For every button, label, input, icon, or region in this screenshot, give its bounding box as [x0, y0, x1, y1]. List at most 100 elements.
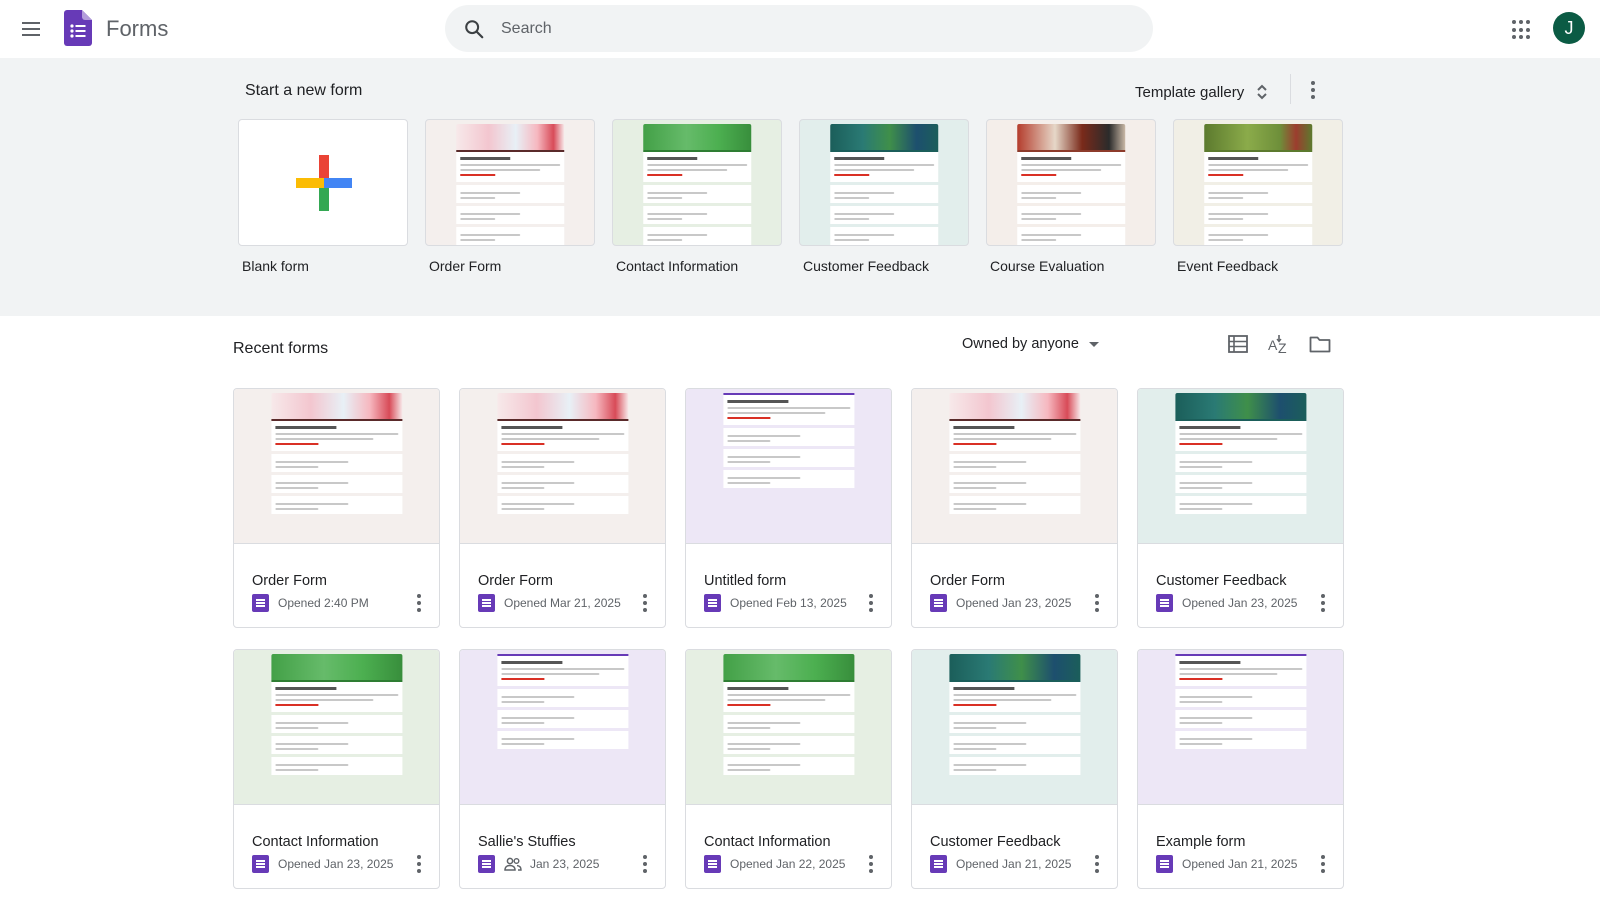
form-preview	[1017, 124, 1125, 245]
form-preview	[948, 654, 1081, 775]
template-event-feedback[interactable]: Event Feedback	[1173, 119, 1343, 274]
form-card[interactable]: Sallie's Stuffies Jan 23, 2025	[459, 649, 666, 889]
form-title: Customer Feedback	[930, 834, 1061, 850]
svg-text:Z: Z	[1278, 340, 1287, 356]
form-title: Customer Feedback	[1156, 573, 1287, 589]
forms-doc-icon	[704, 594, 721, 612]
form-title: Order Form	[478, 573, 553, 589]
recent-forms-heading: Recent forms	[233, 340, 329, 357]
svg-text:A: A	[1268, 337, 1278, 353]
owner-filter-label: Owned by anyone	[962, 336, 1079, 352]
form-thumbnail	[912, 389, 1117, 544]
form-thumbnail	[686, 650, 891, 805]
main-menu-button[interactable]	[18, 16, 44, 42]
form-meta: Opened Jan 23, 2025	[930, 594, 1071, 612]
last-opened: Opened Jan 23, 2025	[1182, 596, 1298, 610]
more-vert-icon[interactable]	[411, 592, 427, 614]
form-meta: Opened Jan 23, 2025	[1156, 594, 1297, 612]
unfold-icon	[1257, 84, 1267, 100]
form-card[interactable]: Order Form Opened 2:40 PM	[233, 388, 440, 628]
search-icon[interactable]	[463, 18, 485, 40]
template-customer-feedback[interactable]: Customer Feedback	[799, 119, 969, 274]
form-thumbnail	[460, 650, 665, 805]
more-vert-icon[interactable]	[1315, 592, 1331, 614]
template-thumbnail	[238, 119, 408, 246]
form-card[interactable]: Example form Opened Jan 21, 2025	[1137, 649, 1344, 889]
more-vert-icon[interactable]	[1089, 592, 1105, 614]
form-preview	[643, 124, 751, 245]
template-name: Event Feedback	[1177, 258, 1279, 274]
form-card[interactable]: Contact Information Opened Jan 22, 2025	[685, 649, 892, 889]
template-gallery-label: Template gallery	[1135, 83, 1245, 101]
form-title: Order Form	[930, 573, 1005, 589]
form-card[interactable]: Order Form Opened Jan 23, 2025	[911, 388, 1118, 628]
owner-filter-dropdown[interactable]: Owned by anyone	[962, 336, 1099, 352]
template-order-form[interactable]: Order Form	[425, 119, 595, 274]
last-opened: Opened Jan 22, 2025	[730, 857, 846, 871]
form-meta: Opened Jan 22, 2025	[704, 855, 845, 873]
forms-doc-icon	[930, 855, 947, 873]
search-input[interactable]	[501, 5, 1101, 52]
form-preview	[270, 654, 403, 775]
app-title[interactable]: Forms	[106, 16, 168, 42]
template-thumbnail	[425, 119, 595, 246]
last-opened: Opened Mar 21, 2025	[504, 596, 621, 610]
folder-icon[interactable]	[1308, 332, 1332, 356]
form-card[interactable]: Customer Feedback Opened Jan 23, 2025	[1137, 388, 1344, 628]
form-thumbnail	[234, 650, 439, 805]
start-new-form-heading: Start a new form	[245, 82, 363, 99]
more-vert-icon[interactable]	[637, 592, 653, 614]
list-view-icon[interactable]	[1226, 332, 1250, 356]
form-preview	[722, 393, 855, 488]
form-title: Sallie's Stuffies	[478, 834, 576, 850]
more-vert-icon[interactable]	[637, 853, 653, 875]
form-thumbnail	[1138, 389, 1343, 544]
forms-doc-icon	[704, 855, 721, 873]
search-bar[interactable]	[445, 5, 1153, 52]
form-preview	[496, 393, 629, 514]
more-vert-icon[interactable]	[863, 592, 879, 614]
google-apps-icon[interactable]	[1510, 18, 1534, 42]
last-opened: Opened Jan 21, 2025	[956, 857, 1072, 871]
template-course-evaluation[interactable]: Course Evaluation	[986, 119, 1156, 274]
form-preview	[1174, 654, 1307, 749]
forms-logo-icon[interactable]	[64, 10, 92, 46]
form-thumbnail	[1138, 650, 1343, 805]
form-card[interactable]: Customer Feedback Opened Jan 21, 2025	[911, 649, 1118, 889]
forms-doc-icon	[1156, 594, 1173, 612]
forms-doc-icon	[478, 594, 495, 612]
more-vert-icon[interactable]	[1315, 853, 1331, 875]
more-vert-icon[interactable]	[863, 853, 879, 875]
last-opened: Jan 23, 2025	[530, 857, 600, 871]
template-name: Order Form	[429, 258, 502, 274]
form-meta: Jan 23, 2025	[478, 855, 599, 873]
form-title: Untitled form	[704, 573, 787, 589]
account-avatar[interactable]: J	[1553, 12, 1585, 44]
template-name: Blank form	[242, 258, 309, 274]
forms-doc-icon	[478, 855, 495, 873]
plus-icon	[296, 155, 352, 211]
form-card[interactable]: Order Form Opened Mar 21, 2025	[459, 388, 666, 628]
template-thumbnail	[612, 119, 782, 246]
sort-az-icon[interactable]: A Z	[1267, 332, 1291, 356]
more-vert-icon[interactable]	[1089, 853, 1105, 875]
form-meta: Opened Jan 23, 2025	[252, 855, 393, 873]
form-card[interactable]: Contact Information Opened Jan 23, 2025	[233, 649, 440, 889]
more-vert-icon[interactable]	[1303, 78, 1323, 102]
template-name: Course Evaluation	[990, 258, 1105, 274]
form-meta: Opened 2:40 PM	[252, 594, 369, 612]
last-opened: Opened 2:40 PM	[278, 596, 369, 610]
last-opened: Opened Jan 23, 2025	[956, 596, 1072, 610]
form-preview	[830, 124, 938, 245]
template-blank-form[interactable]: Blank form	[238, 119, 408, 274]
form-title: Example form	[1156, 834, 1246, 850]
form-title: Order Form	[252, 573, 327, 589]
template-thumbnail	[1173, 119, 1343, 246]
form-preview	[1204, 124, 1312, 245]
more-vert-icon[interactable]	[411, 853, 427, 875]
template-gallery-toggle[interactable]: Template gallery	[1135, 78, 1268, 106]
form-card[interactable]: Untitled form Opened Feb 13, 2025	[685, 388, 892, 628]
template-contact-information[interactable]: Contact Information	[612, 119, 782, 274]
forms-doc-icon	[252, 855, 269, 873]
form-thumbnail	[460, 389, 665, 544]
